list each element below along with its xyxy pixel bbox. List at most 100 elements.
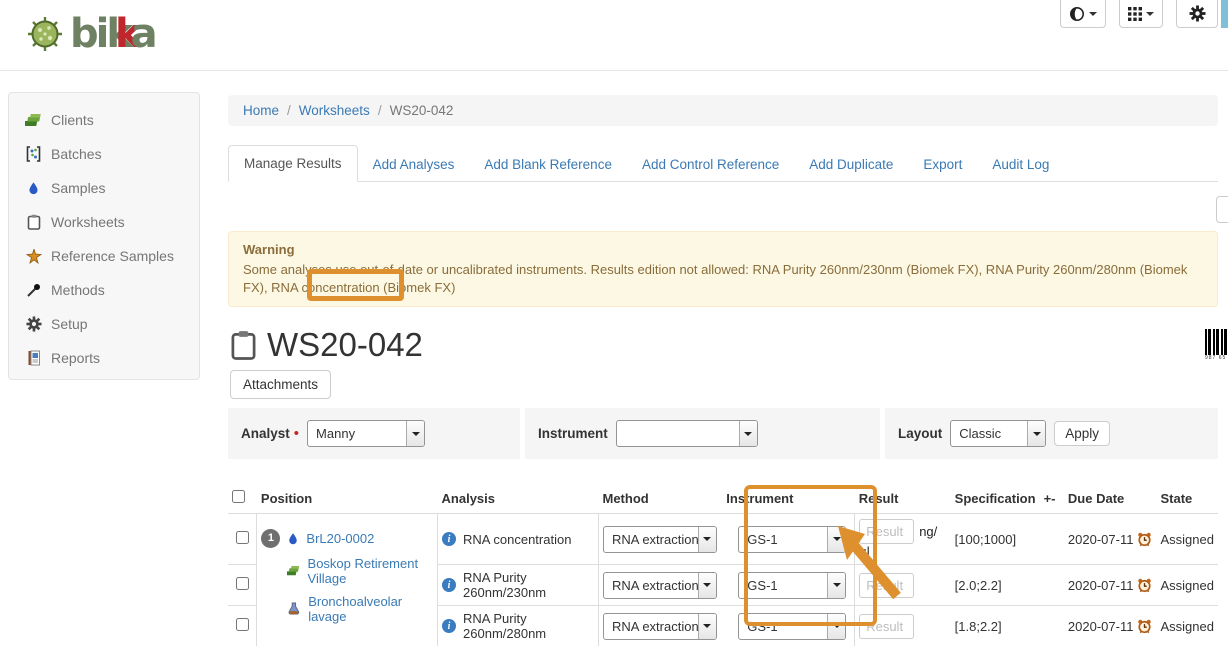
sidebar-item-methods[interactable]: Methods: [25, 273, 199, 307]
tab-add-control-reference[interactable]: Add Control Reference: [627, 147, 794, 182]
worksheet-clipboard-icon: [230, 329, 257, 361]
sample-type-flask-icon: [287, 601, 301, 616]
sidebar-item-reports[interactable]: Reports: [25, 341, 199, 375]
bika-logo[interactable]: bikka: [26, 14, 155, 54]
analysis-cell: iRNA Purity 260nm/280nm: [438, 606, 599, 646]
plusminus-cell: [1040, 606, 1064, 646]
sidebar-item-samples[interactable]: Samples: [25, 171, 199, 205]
result-input[interactable]: [859, 519, 914, 544]
caret-down-icon: [1089, 12, 1097, 16]
settings-button[interactable]: [1176, 0, 1218, 28]
logo-wordmark: bikka: [70, 14, 155, 54]
col-header-plusminus: +-: [1040, 483, 1064, 514]
sidebar-item-batches[interactable]: Batches: [25, 137, 199, 171]
position-cell: 1 BrL20-0002 Boskop Retirement Village B…: [257, 514, 438, 646]
required-marker: •: [294, 425, 299, 442]
sidebar-item-reference-samples[interactable]: Reference Samples: [25, 239, 199, 273]
analysis-name: RNA Purity 260nm/230nm: [463, 570, 594, 600]
sidebar-nav: Clients Batches Samples Worksheets Refer…: [8, 92, 200, 380]
sidebar-item-setup[interactable]: Setup: [25, 307, 199, 341]
results-table: Position Analysis Method Instrument Resu…: [228, 483, 1218, 646]
instrument-select-value: GS-1: [739, 527, 827, 552]
instrument-select-value: GS-1: [739, 614, 827, 639]
worksheets-icon: [25, 214, 42, 231]
apps-menu-button[interactable]: [1119, 0, 1163, 28]
attachments-button[interactable]: Attachments: [230, 370, 331, 399]
row-checkbox[interactable]: [236, 618, 249, 631]
client-icon: [287, 564, 300, 578]
select-caret-button[interactable]: [698, 527, 716, 552]
info-icon[interactable]: i: [442, 578, 456, 592]
tab-add-duplicate[interactable]: Add Duplicate: [794, 147, 908, 182]
language-menu-button[interactable]: [1060, 0, 1106, 28]
layout-select[interactable]: Classic: [950, 420, 1046, 447]
sidebar-item-worksheets[interactable]: Worksheets: [25, 205, 199, 239]
select-caret-button[interactable]: [739, 421, 757, 446]
row-instrument-select[interactable]: GS-1: [738, 526, 846, 553]
client-link[interactable]: Boskop Retirement Village: [308, 556, 434, 586]
row-instrument-select[interactable]: GS-1: [738, 572, 846, 599]
tab-manage-results[interactable]: Manage Results: [228, 145, 358, 182]
method-cell: RNA extraction: [598, 565, 722, 606]
breadcrumb-worksheets[interactable]: Worksheets: [299, 103, 370, 118]
method-select-value: RNA extraction: [604, 527, 698, 552]
result-input[interactable]: [859, 614, 914, 639]
position-number-badge: 1: [261, 529, 280, 548]
tab-export[interactable]: Export: [908, 147, 977, 182]
layout-label: Layout: [898, 426, 942, 441]
apply-button[interactable]: Apply: [1054, 421, 1110, 446]
method-select[interactable]: RNA extraction: [603, 572, 717, 599]
row-checkbox[interactable]: [236, 531, 249, 544]
reference-samples-icon: [25, 248, 42, 265]
analyst-label: Analyst: [241, 426, 290, 441]
select-caret-button[interactable]: [406, 421, 424, 446]
sidebar-item-label: Reports: [51, 350, 100, 366]
select-caret-button[interactable]: [827, 527, 845, 552]
due-date-cell: 2020-07-11: [1064, 514, 1157, 565]
method-select-value: RNA extraction: [604, 573, 698, 598]
method-select[interactable]: RNA extraction: [603, 613, 717, 640]
cutoff-right-button[interactable]: [1216, 196, 1228, 223]
info-icon[interactable]: i: [442, 619, 456, 633]
analyst-select[interactable]: Manny: [307, 420, 425, 447]
sidebar-item-label: Samples: [51, 180, 105, 196]
tab-add-blank-reference[interactable]: Add Blank Reference: [469, 147, 627, 182]
tab-audit-log[interactable]: Audit Log: [977, 147, 1064, 182]
alarm-clock-icon: [1137, 619, 1152, 634]
tab-add-analyses[interactable]: Add Analyses: [358, 147, 470, 182]
row-checkbox[interactable]: [236, 577, 249, 590]
select-caret-button[interactable]: [698, 573, 716, 598]
info-icon[interactable]: i: [442, 532, 456, 546]
select-caret-button[interactable]: [827, 573, 845, 598]
page-title: WS20-042: [267, 326, 423, 364]
select-caret-button[interactable]: [827, 614, 845, 639]
select-caret-button[interactable]: [1027, 421, 1045, 446]
instrument-cell: GS-1: [722, 565, 854, 606]
cutoff-header-element: [1221, 0, 1228, 28]
caret-down-icon: [703, 624, 711, 628]
col-header-state: State: [1156, 483, 1218, 514]
sidebar-item-clients[interactable]: Clients: [25, 103, 199, 137]
select-all-checkbox[interactable]: [232, 490, 245, 503]
breadcrumb-home[interactable]: Home: [243, 103, 279, 118]
layout-filter-cell: Layout Classic Apply: [885, 408, 1218, 459]
analyst-select-value: Manny: [308, 421, 406, 446]
sample-type-link[interactable]: Bronchoalveolar lavage: [308, 594, 433, 624]
worksheet-tabs: Manage Results Add Analyses Add Blank Re…: [228, 144, 1218, 182]
select-caret-button[interactable]: [698, 614, 716, 639]
caret-down-icon: [833, 624, 841, 628]
top-header: bikka: [0, 0, 1228, 71]
caret-down-icon: [412, 432, 420, 436]
method-select[interactable]: RNA extraction: [603, 526, 717, 553]
sample-id-link[interactable]: BrL20-0002: [306, 531, 374, 546]
row-instrument-select[interactable]: GS-1: [738, 613, 846, 640]
alarm-clock-icon: [1137, 578, 1152, 593]
due-date-cell: 2020-07-11: [1064, 606, 1157, 646]
due-date-value: 2020-07-11: [1068, 578, 1134, 593]
instrument-select-value: GS-1: [739, 573, 827, 598]
table-row: 1 BrL20-0002 Boskop Retirement Village B…: [228, 514, 1218, 565]
result-input[interactable]: [859, 573, 914, 598]
method-cell: RNA extraction: [598, 514, 722, 565]
instrument-select[interactable]: [616, 420, 758, 447]
sidebar-item-label: Worksheets: [51, 214, 125, 230]
